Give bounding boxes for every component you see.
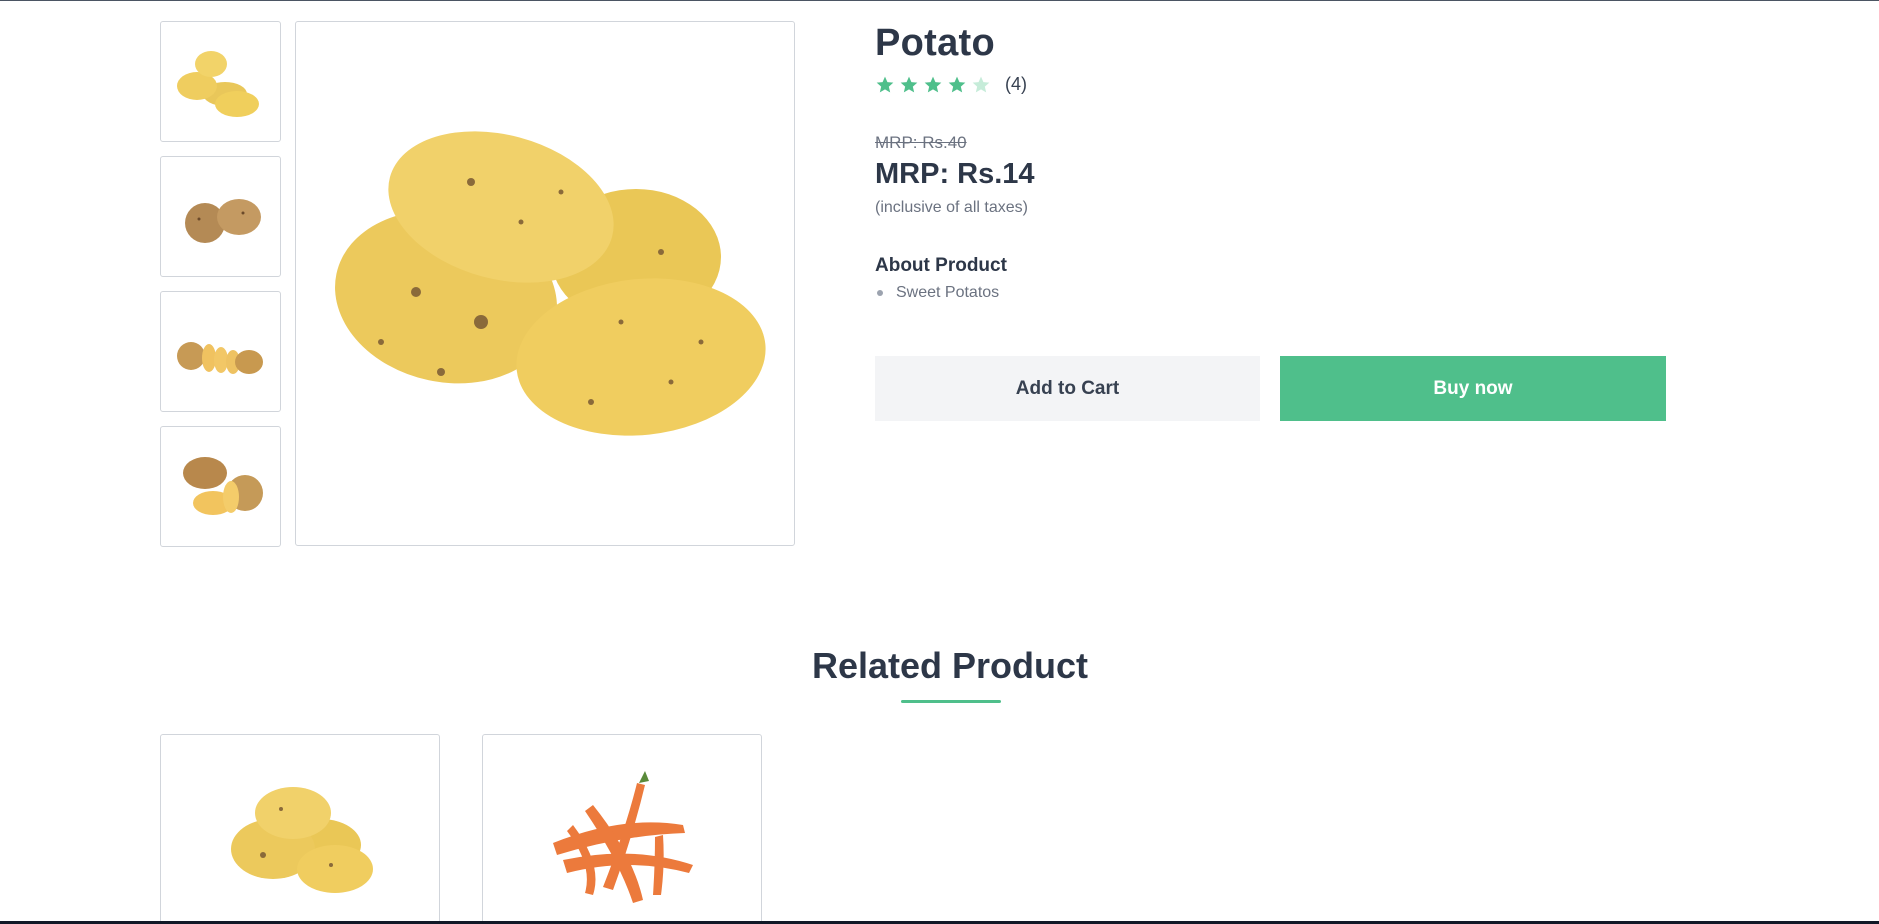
related-products-heading: Related Product <box>811 645 1089 686</box>
about-product-list: Sweet Potatos <box>875 284 999 302</box>
tax-note: (inclusive of all taxes) <box>875 199 1028 216</box>
top-border <box>0 0 1879 1</box>
potato-image <box>176 341 263 374</box>
star-filled-icon <box>924 76 942 92</box>
potato-image <box>182 456 263 515</box>
potato-image <box>231 787 373 893</box>
star-empty-icon <box>972 76 990 92</box>
product-title: Potato <box>875 22 996 64</box>
sale-price: MRP: Rs.14 <box>875 158 1035 190</box>
thumbnail-potatoes-brown[interactable] <box>160 156 281 277</box>
thumbnail-potato-halves[interactable] <box>160 426 281 547</box>
potato-image <box>184 198 261 243</box>
heading-underline <box>901 700 1001 703</box>
related-product-card[interactable] <box>482 734 762 924</box>
main-product-image <box>295 21 795 546</box>
buy-now-button[interactable]: Buy now <box>1280 356 1666 421</box>
product-rating: (4) <box>875 74 1027 95</box>
about-product-heading: About Product <box>875 255 1007 276</box>
list-item: Sweet Potatos <box>875 284 999 302</box>
potato-image <box>176 50 259 117</box>
rating-count: (4) <box>1005 74 1027 94</box>
original-price: MRP: Rs.40 <box>875 133 967 152</box>
thumbnail-potatoes-pile[interactable] <box>160 21 281 142</box>
about-item-text: Sweet Potatos <box>896 284 1000 301</box>
add-to-cart-button[interactable]: Add to Cart <box>875 356 1260 421</box>
bullet-icon <box>877 290 883 296</box>
potato-image <box>335 131 766 436</box>
star-filled-icon <box>948 76 966 92</box>
star-filled-icon <box>876 76 894 92</box>
related-product-card[interactable] <box>160 734 440 924</box>
thumbnail-potatoes-sliced[interactable] <box>160 291 281 412</box>
star-filled-icon <box>900 76 918 92</box>
carrot-image <box>553 771 693 903</box>
